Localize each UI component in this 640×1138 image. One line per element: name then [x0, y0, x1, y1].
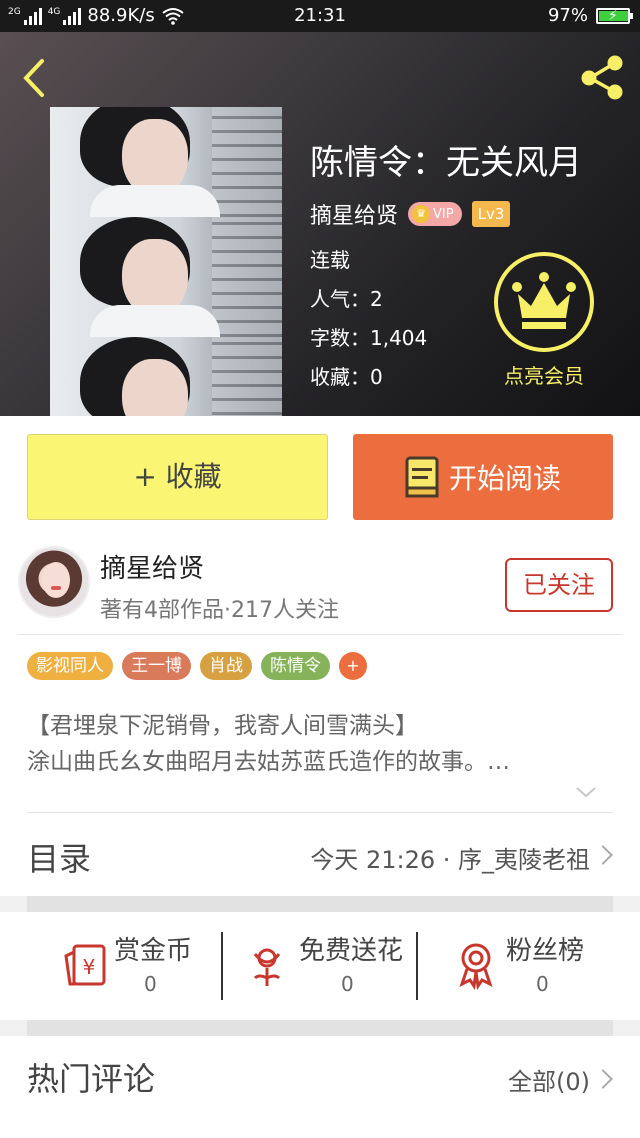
- fan-ranking-label: 粉丝榜: [506, 936, 585, 966]
- section-separator: [27, 896, 613, 912]
- latest-chapter: 今天 21:26 · 序_夷陵老祖: [310, 846, 590, 874]
- fan-ranking-count: 0: [536, 972, 549, 996]
- flower-icon: [253, 948, 281, 986]
- author-name-header[interactable]: 摘星给贤: [310, 198, 398, 230]
- vip-badge: ♛ VIP: [408, 202, 462, 226]
- clock: 21:31: [294, 5, 346, 26]
- reward-coins-label: 赏金币: [114, 936, 193, 966]
- start-reading-label: 开始阅读: [448, 462, 561, 495]
- status-right: 97% ⚡: [547, 5, 633, 26]
- divider: [221, 932, 223, 1000]
- book-cover-image[interactable]: [50, 107, 282, 416]
- reward-bar: ¥ 赏金币 0 免费送花 0 粉丝榜 0: [0, 912, 640, 1020]
- start-reading-button[interactable]: 开始阅读: [353, 434, 613, 520]
- chevron-right-icon: [593, 845, 613, 865]
- crown-icon: [512, 272, 576, 329]
- synopsis-line-1: 【君埋泉下泥销骨，我寄人间雪满头】: [27, 713, 418, 739]
- battery-percent: 97%: [547, 5, 588, 26]
- serial-status: 连载: [310, 248, 350, 272]
- back-button[interactable]: [18, 58, 52, 98]
- share-icon: [581, 55, 623, 100]
- reward-coins-button[interactable]: ¥ 赏金币 0: [62, 912, 258, 1020]
- action-bar: + 收藏 开始阅读: [0, 416, 640, 532]
- book-header: 陈情令：无关风月 摘星给贤 ♛ VIP Lv3 连载 人气：2 字数：1,404…: [0, 32, 640, 416]
- status-bar: 2G 4G 88.9K/s 21:31 97% ⚡: [0, 0, 640, 32]
- chevron-left-icon: [23, 59, 44, 97]
- author-info: 摘星给贤 著有4部作品·217人关注 已关注 影视同人 王一博 肖战 陈情令 +…: [0, 532, 640, 812]
- chevron-right-icon: [593, 1069, 613, 1089]
- popularity: 人气：2: [310, 287, 383, 311]
- award-ribbon-icon: [459, 943, 493, 990]
- catalog-row[interactable]: 目录 今天 21:26 · 序_夷陵老祖: [0, 812, 640, 896]
- all-comments-link[interactable]: 全部(0): [508, 1062, 590, 1097]
- favorites-count: 收藏：0: [310, 365, 383, 389]
- send-flower-label: 免费送花: [299, 936, 404, 966]
- chevron-down-icon: [576, 787, 596, 798]
- book-title: 陈情令：无关风月: [310, 143, 582, 183]
- tag-item[interactable]: 影视同人: [27, 652, 113, 680]
- activate-membership-button[interactable]: 点亮会员: [492, 252, 596, 392]
- author-avatar[interactable]: [18, 546, 90, 618]
- tag-item[interactable]: 肖战: [200, 652, 252, 680]
- svg-text:¥: ¥: [83, 955, 96, 979]
- reward-coins-count: 0: [144, 972, 157, 996]
- author-line: 摘星给贤 ♛ VIP Lv3: [310, 198, 511, 230]
- fan-ranking-button[interactable]: 粉丝榜 0: [454, 912, 640, 1020]
- word-count: 字数：1,404: [310, 326, 428, 350]
- hot-comments-title: 热门评论: [27, 1060, 156, 1098]
- hot-comments-section: 热门评论 全部(0): [0, 1036, 640, 1138]
- divider: [416, 932, 418, 1000]
- crown-icon: ♛: [412, 205, 431, 223]
- send-flower-button[interactable]: 免费送花 0: [247, 912, 443, 1020]
- tag-item[interactable]: 王一博: [122, 652, 191, 680]
- expand-synopsis-button[interactable]: [572, 782, 600, 802]
- add-tag-button[interactable]: +: [339, 652, 367, 680]
- red-envelope-yen-icon: ¥: [64, 944, 106, 986]
- divider: [27, 812, 613, 813]
- add-favorite-button[interactable]: + 收藏: [27, 434, 328, 520]
- synopsis-line-2: 涂山曲氏幺女曲昭月去姑苏蓝氏造作的故事。…: [27, 749, 510, 775]
- author-stats: 著有4部作品·217人关注: [100, 598, 339, 623]
- book-icon: [405, 456, 439, 498]
- battery-icon: ⚡: [596, 7, 633, 24]
- catalog-title: 目录: [27, 840, 92, 878]
- send-flower-count: 0: [341, 972, 354, 996]
- share-button[interactable]: [578, 52, 628, 102]
- divider: [18, 634, 622, 635]
- membership-label: 点亮会员: [504, 364, 584, 388]
- vip-label: VIP: [433, 206, 454, 222]
- level-badge: Lv3: [471, 201, 511, 227]
- following-button[interactable]: 已关注: [505, 558, 613, 612]
- tag-list: 影视同人 王一博 肖战 陈情令 +: [27, 652, 367, 680]
- synopsis: 【君埋泉下泥销骨，我寄人间雪满头】 涂山曲氏幺女曲昭月去姑苏蓝氏造作的故事。…: [27, 708, 612, 780]
- author-name[interactable]: 摘星给贤: [100, 548, 204, 585]
- section-separator: [27, 1020, 613, 1036]
- tag-item[interactable]: 陈情令: [261, 652, 330, 680]
